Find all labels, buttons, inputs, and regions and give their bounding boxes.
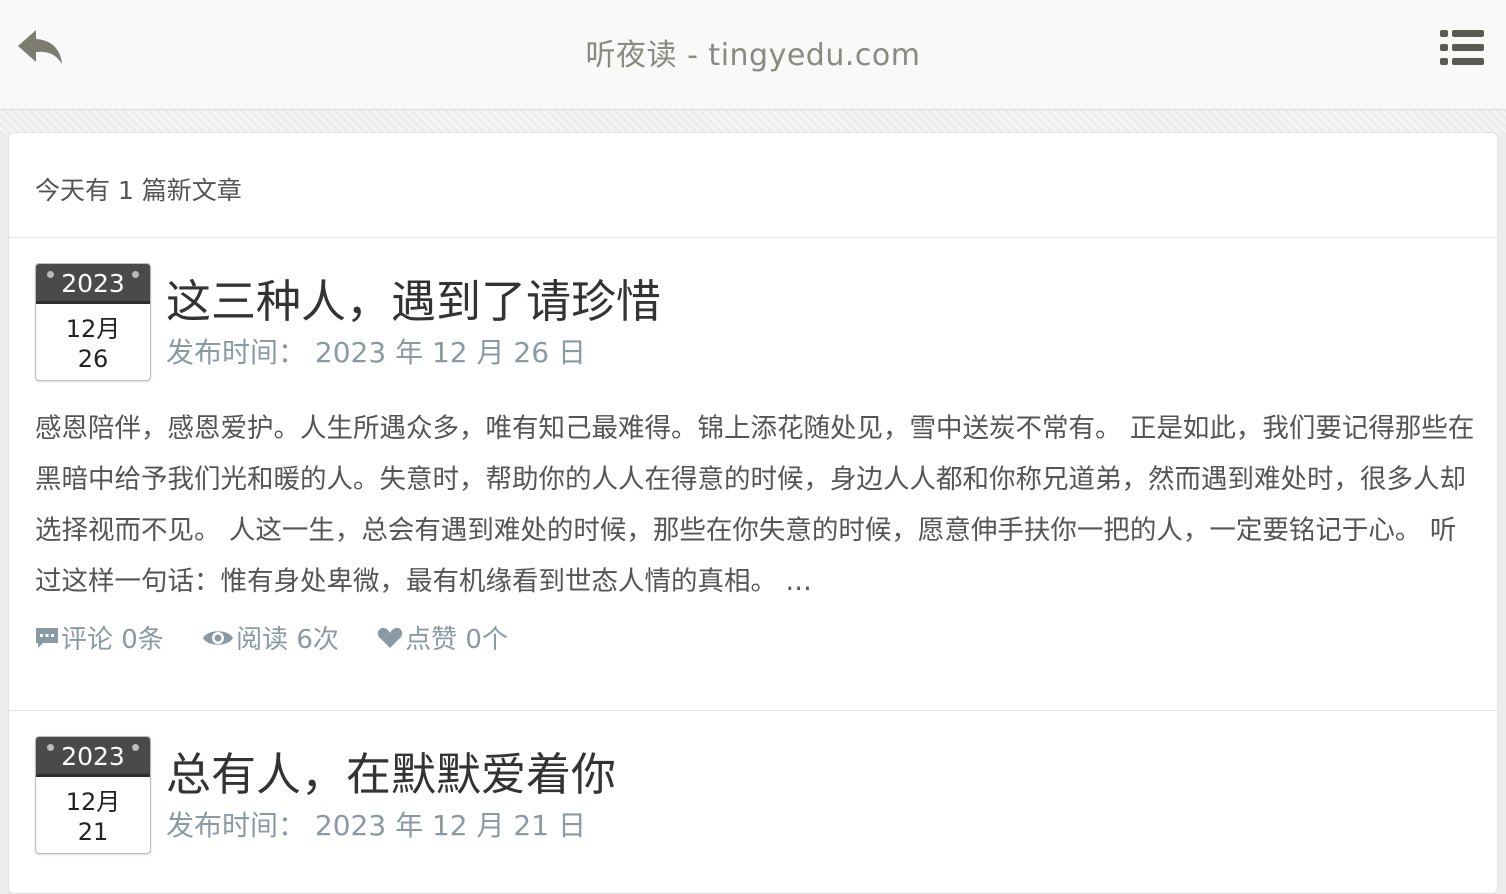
calendar-year: 2023 xyxy=(36,737,150,777)
post-title-link[interactable]: 总有人，在默默爱着你 xyxy=(166,738,616,803)
likes-link[interactable]: 点赞 0个 xyxy=(377,619,508,656)
post-date: 发布时间： 2023 年 12 月 21 日 xyxy=(166,804,586,844)
post-title-link[interactable]: 这三种人，遇到了请珍惜 xyxy=(166,265,661,330)
heart-icon xyxy=(377,627,403,648)
list-menu-icon[interactable] xyxy=(1440,28,1484,68)
comment-icon xyxy=(36,627,58,648)
date-value: 2023 年 12 月 26 日 xyxy=(314,336,586,369)
calendar-badge: 2023 12月 21 xyxy=(35,736,151,854)
calendar-badge: 2023 12月 26 xyxy=(35,263,151,381)
comments-link[interactable]: 评论 0条 xyxy=(35,619,164,656)
today-notice: 今天有 1 篇新文章 xyxy=(35,176,242,205)
post-meta: 评论 0条 阅读 6次 点赞 0个 xyxy=(35,619,538,656)
divider xyxy=(9,710,1497,711)
calendar-month: 12月 xyxy=(65,788,121,816)
article-list-panel: 今天有 1 篇新文章 2023 12月 26 这三种人，遇到了请珍惜 发布时间：… xyxy=(8,132,1498,894)
background-stripe xyxy=(0,110,1506,134)
views-count: 阅读 6次 xyxy=(202,619,339,656)
calendar-month: 12月 xyxy=(65,315,121,343)
site-title[interactable]: 听夜读 - tingyedu.com xyxy=(0,30,1506,74)
date-label: 发布时间： xyxy=(166,336,307,369)
post-excerpt: 感恩陪伴，感恩爱护。人生所遇众多，唯有知己最难得。锦上添花随处见，雪中送炭不常有… xyxy=(35,413,1475,597)
calendar-day: 21 xyxy=(77,818,109,846)
date-label: 发布时间： xyxy=(166,809,307,842)
calendar-day: 26 xyxy=(77,345,109,373)
post-date: 发布时间： 2023 年 12 月 26 日 xyxy=(166,331,586,371)
calendar-year: 2023 xyxy=(36,264,150,304)
date-value: 2023 年 12 月 21 日 xyxy=(314,809,586,842)
eye-icon xyxy=(203,630,234,645)
top-bar: 听夜读 - tingyedu.com xyxy=(0,0,1506,110)
divider xyxy=(9,237,1497,238)
